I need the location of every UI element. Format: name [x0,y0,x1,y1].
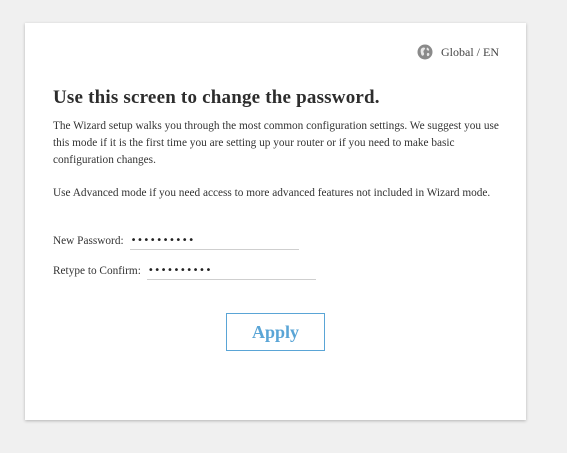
wizard-description: The Wizard setup walks you through the m… [53,120,499,166]
apply-button[interactable]: Apply [226,313,325,351]
new-password-row: New Password: [53,231,299,250]
globe-icon [417,44,433,60]
confirm-password-label: Retype to Confirm: [53,265,141,277]
region-selector[interactable]: Global / EN [417,44,499,60]
region-label: Global / EN [441,44,499,59]
page-title: Use this screen to change the password. [53,87,380,108]
confirm-password-input[interactable] [146,261,316,280]
settings-card: Global / EN Use this screen to change th… [25,23,526,420]
new-password-input[interactable] [129,231,299,250]
new-password-label: New Password: [53,235,124,247]
advanced-mode-description: Use Advanced mode if you need access to … [53,187,491,199]
confirm-password-row: Retype to Confirm: [53,261,316,280]
